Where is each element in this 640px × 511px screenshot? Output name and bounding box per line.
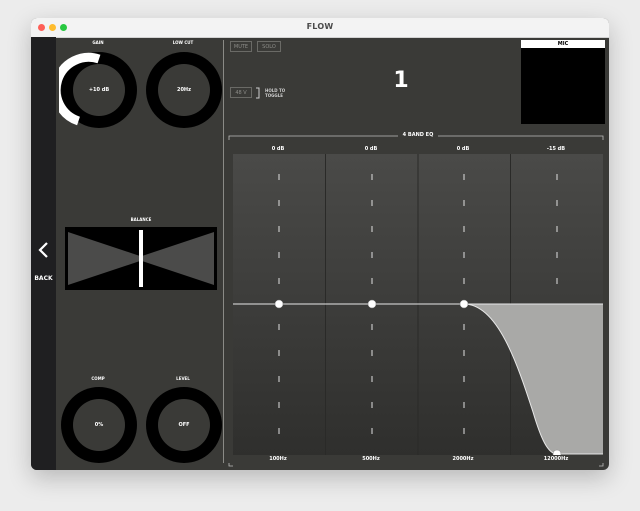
band-3-gain: 0 dB bbox=[456, 146, 470, 152]
level-value: OFF bbox=[178, 422, 190, 428]
app-window: FLOW BACK GAIN LOW CUT COMP LEVEL +10 dB… bbox=[31, 18, 609, 470]
mic-label: MIC bbox=[521, 40, 605, 48]
hold-to-toggle-hint: HOLD TO TOGGLE bbox=[265, 88, 285, 98]
balance-label: BALANCE bbox=[130, 217, 152, 222]
balance-slider[interactable] bbox=[65, 227, 217, 290]
level-label: LEVEL bbox=[176, 376, 190, 381]
channel-number: 1 bbox=[393, 68, 409, 93]
eq-graph[interactable] bbox=[233, 154, 603, 455]
gain-value: +10 dB bbox=[88, 87, 110, 93]
balance-handle[interactable] bbox=[139, 230, 143, 287]
title-bar: FLOW bbox=[31, 18, 609, 38]
low-cut-label: LOW CUT bbox=[172, 40, 194, 45]
band-1-gain: 0 dB bbox=[271, 146, 285, 152]
mute-button[interactable]: MUTE bbox=[230, 41, 252, 52]
hold-line-2: TOGGLE bbox=[265, 93, 283, 98]
comp-value: 0% bbox=[94, 422, 104, 428]
solo-button[interactable]: SOLO bbox=[257, 41, 281, 52]
band-2-handle[interactable] bbox=[367, 299, 377, 309]
band-3-freq: 2000Hz bbox=[452, 456, 474, 462]
band-4-freq: 12000Hz bbox=[543, 456, 569, 462]
back-button[interactable]: BACK bbox=[31, 37, 56, 470]
eq-title: 4 BAND EQ bbox=[398, 132, 438, 138]
band-1-freq: 100Hz bbox=[269, 456, 287, 462]
band-1-handle[interactable] bbox=[274, 299, 284, 309]
panel-divider bbox=[223, 40, 224, 463]
low-cut-value: 20Hz bbox=[176, 87, 192, 93]
band-3-handle[interactable] bbox=[459, 299, 469, 309]
band-4-gain: -15 dB bbox=[546, 146, 566, 152]
phantom-power-button[interactable]: 48 V bbox=[230, 87, 252, 98]
band-2-freq: 500Hz bbox=[362, 456, 380, 462]
back-label: BACK bbox=[34, 275, 53, 282]
gain-label: GAIN bbox=[92, 40, 104, 45]
chevron-left-icon bbox=[38, 242, 48, 258]
mic-panel: MIC bbox=[521, 40, 605, 124]
comp-label: COMP bbox=[91, 376, 105, 381]
band-2-gain: 0 dB bbox=[364, 146, 378, 152]
window-title: FLOW bbox=[306, 22, 334, 31]
bracket-icon bbox=[256, 87, 260, 99]
